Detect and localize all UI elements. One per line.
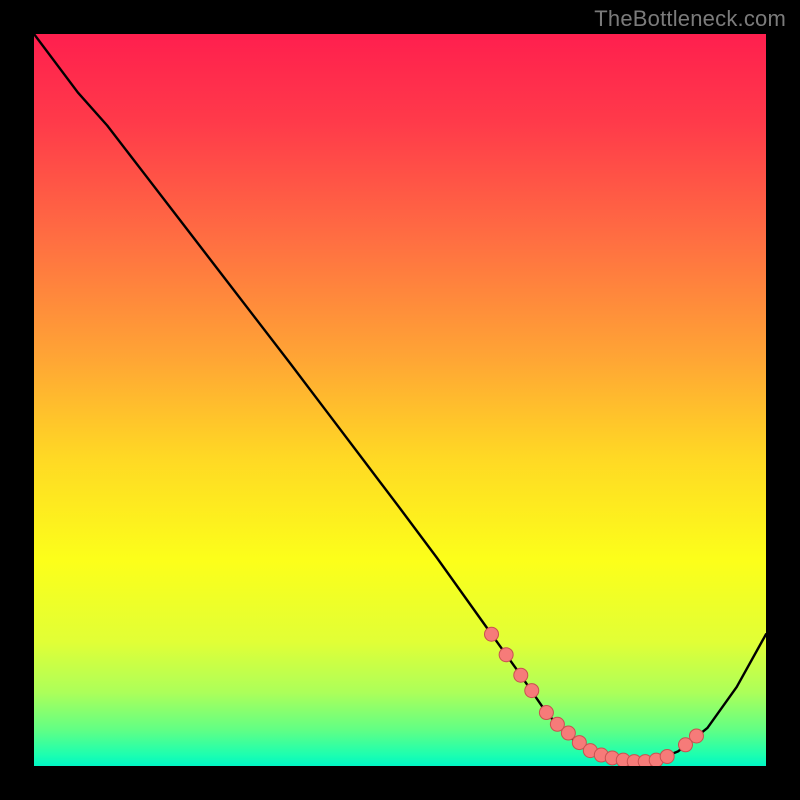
bottleneck-curve-chart [34, 34, 766, 766]
curve-marker [525, 684, 539, 698]
chart-frame: TheBottleneck.com [0, 0, 800, 800]
curve-marker [561, 726, 575, 740]
watermark-label: TheBottleneck.com [594, 6, 786, 32]
curve-marker [660, 749, 674, 763]
plot-area [34, 34, 766, 766]
curve-marker [485, 627, 499, 641]
curve-marker [514, 668, 528, 682]
curve-marker [689, 729, 703, 743]
gradient-background [34, 34, 766, 766]
curve-marker [539, 706, 553, 720]
curve-marker [499, 648, 513, 662]
